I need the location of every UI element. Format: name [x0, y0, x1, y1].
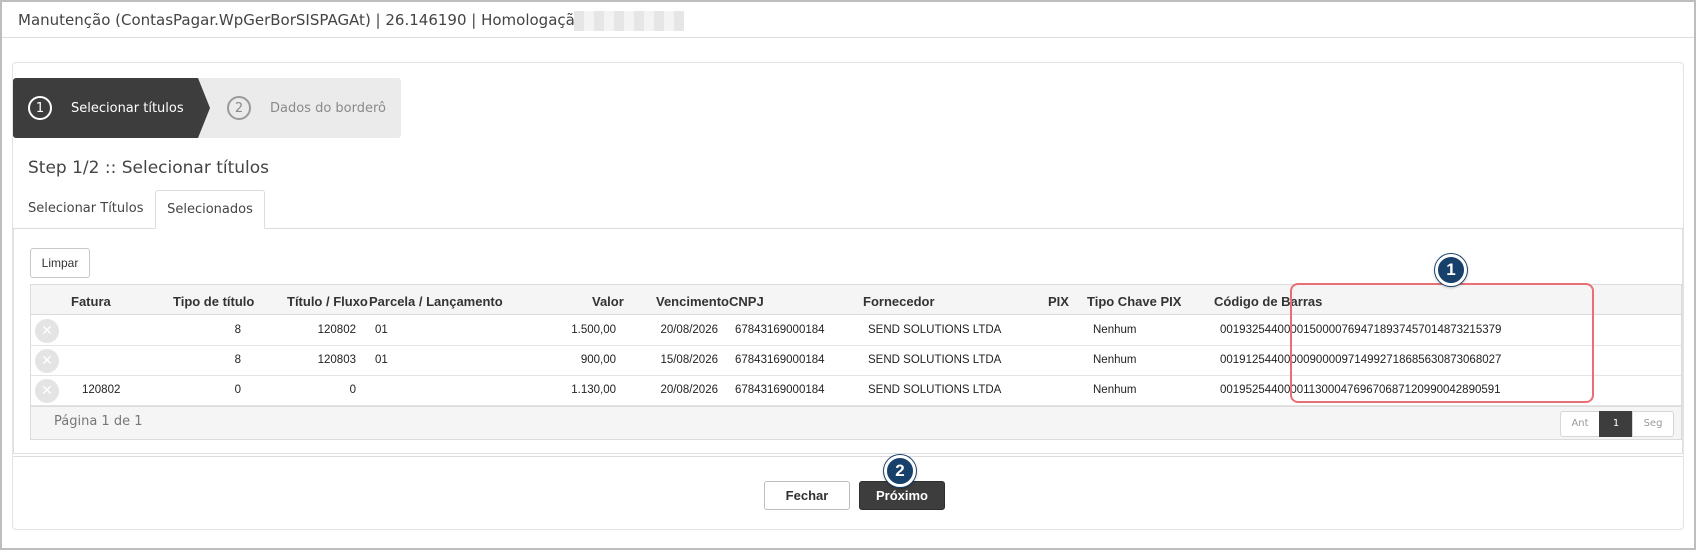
cell-vencimento: 20/08/2026 [660, 384, 718, 396]
grid-pager [31, 406, 1681, 439]
tab-selecionados[interactable]: Selecionados [155, 190, 265, 229]
redacted-environment-name [574, 11, 684, 31]
cell-fornecedor: SEND SOLUTIONS LTDA [868, 324, 1002, 336]
remove-row-icon[interactable]: ✕ [35, 319, 59, 343]
cell-tipo: 0 [234, 384, 241, 396]
cell-valor: 900,00 [580, 354, 616, 366]
col-tipo-titulo[interactable]: Tipo de título [173, 294, 254, 309]
callout-marker-2: 2 [884, 455, 916, 487]
col-vencimento[interactable]: Vencimento [656, 294, 729, 309]
pager-page-button[interactable]: 1 [1599, 411, 1633, 437]
wizard-step-2-label[interactable]: Dados do borderô [270, 101, 386, 116]
col-cnpj[interactable]: CNPJ [729, 294, 764, 309]
wizard-step-arrow [198, 78, 210, 138]
cell-titulo: 0 [349, 384, 356, 396]
col-parcela-lancamento[interactable]: Parcela / Lançamento [369, 294, 503, 309]
pager-info: Página 1 de 1 [54, 414, 143, 429]
cell-tipo: 8 [234, 324, 241, 336]
limpar-button[interactable]: Limpar [30, 248, 90, 278]
pager-next-button[interactable]: Seg [1632, 411, 1674, 437]
wizard-step-2-number: 2 [227, 96, 251, 120]
cell-tipo-chave: Nenhum [1093, 324, 1137, 336]
fechar-button[interactable]: Fechar [764, 481, 850, 510]
callout-marker-1: 1 [1435, 254, 1467, 286]
cell-valor: 1.130,00 [571, 384, 616, 396]
cell-tipo-chave: Nenhum [1093, 354, 1137, 366]
cell-titulo: 120802 [317, 324, 356, 336]
col-tipo-chave-pix[interactable]: Tipo Chave PIX [1087, 294, 1181, 309]
wizard-step-1-label[interactable]: Selecionar títulos [71, 101, 184, 116]
cell-titulo: 120803 [317, 354, 356, 366]
cell-parcela: 01 [375, 324, 388, 336]
cell-cnpj: 67843169000184 [735, 354, 825, 366]
cell-fornecedor: SEND SOLUTIONS LTDA [868, 384, 1002, 396]
cell-vencimento: 15/08/2026 [660, 354, 718, 366]
cell-cnpj: 67843169000184 [735, 384, 825, 396]
cell-fornecedor: SEND SOLUTIONS LTDA [868, 354, 1002, 366]
footer-divider [13, 456, 1683, 457]
cell-fatura: 120802 [82, 384, 121, 396]
col-pix[interactable]: PIX [1048, 294, 1069, 309]
col-fatura[interactable]: Fatura [71, 294, 111, 309]
col-fornecedor[interactable]: Fornecedor [863, 294, 935, 309]
cell-tipo: 8 [234, 354, 241, 366]
title-bar: Manutenção (ContasPagar.WpGerBorSISPAGAt… [2, 2, 1694, 38]
tab-selecionar-titulos[interactable]: Selecionar Títulos [13, 190, 158, 229]
cell-valor: 1.500,00 [571, 324, 616, 336]
cell-parcela: 01 [375, 354, 388, 366]
cell-tipo-chave: Nenhum [1093, 384, 1137, 396]
window-title: Manutenção (ContasPagar.WpGerBorSISPAGAt… [18, 11, 594, 29]
cell-cnpj: 67843169000184 [735, 324, 825, 336]
cell-vencimento: 20/08/2026 [660, 324, 718, 336]
step-heading: Step 1/2 :: Selecionar títulos [28, 158, 270, 178]
barcode-highlight-box [1290, 283, 1594, 403]
remove-row-icon[interactable]: ✕ [35, 379, 59, 403]
remove-row-icon[interactable]: ✕ [35, 349, 59, 373]
pager-prev-button[interactable]: Ant [1560, 411, 1600, 437]
col-valor[interactable]: Valor [592, 294, 624, 309]
col-titulo-fluxo[interactable]: Título / Fluxo [287, 294, 368, 309]
wizard-step-1-number: 1 [28, 96, 52, 120]
